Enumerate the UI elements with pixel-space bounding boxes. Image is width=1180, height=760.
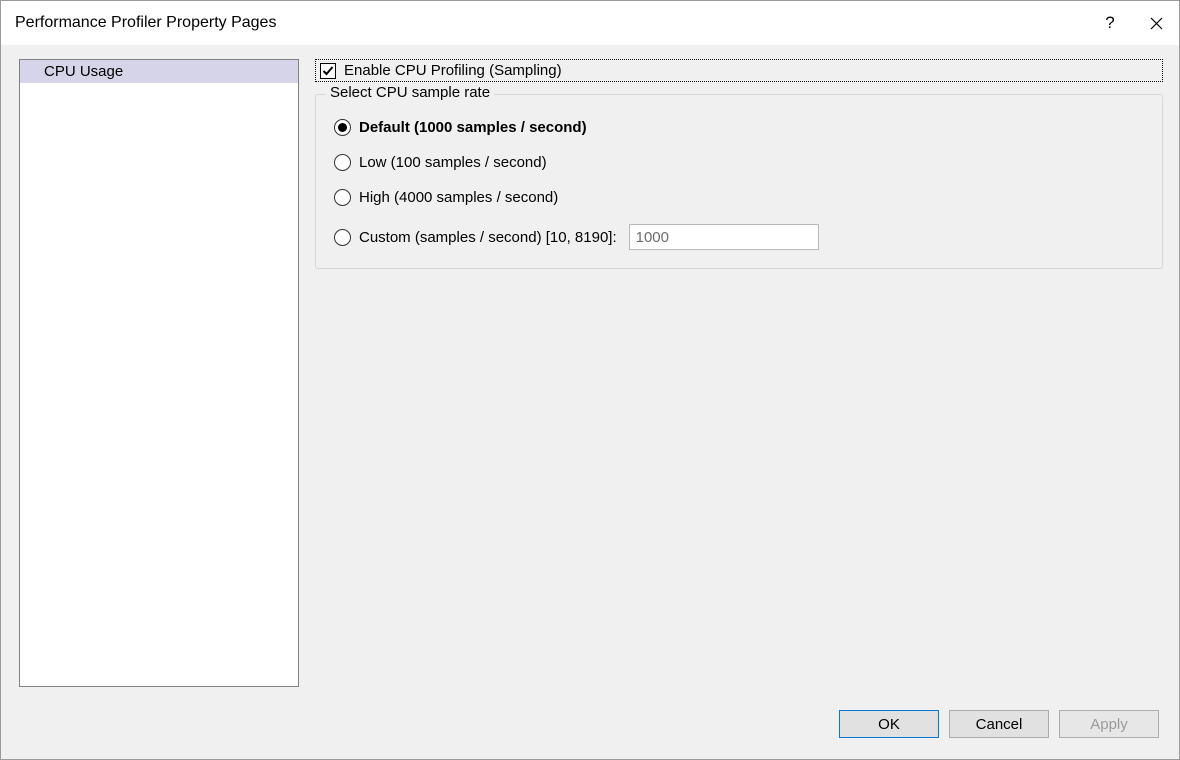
radio-default[interactable] <box>334 119 351 136</box>
radio-label-custom: Custom (samples / second) [10, 8190]: <box>359 229 617 246</box>
dialog-window: Performance Profiler Property Pages ? CP… <box>0 0 1180 760</box>
window-title: Performance Profiler Property Pages <box>15 14 1087 32</box>
sample-rate-fieldset: Select CPU sample rate Default (1000 sam… <box>315 94 1163 269</box>
radio-low[interactable] <box>334 154 351 171</box>
enable-profiling-checkbox[interactable] <box>320 63 336 79</box>
custom-sample-rate-input[interactable] <box>629 224 819 250</box>
checkmark-icon <box>322 65 334 77</box>
radio-label-high: High (4000 samples / second) <box>359 189 558 206</box>
radio-row-default[interactable]: Default (1000 samples / second) <box>334 119 1144 136</box>
cancel-button[interactable]: Cancel <box>949 710 1049 738</box>
enable-profiling-row[interactable]: Enable CPU Profiling (Sampling) <box>315 59 1163 82</box>
close-icon <box>1150 17 1163 30</box>
radio-label-default: Default (1000 samples / second) <box>359 119 587 136</box>
radio-row-high[interactable]: High (4000 samples / second) <box>334 189 1144 206</box>
ok-button[interactable]: OK <box>839 710 939 738</box>
radio-label-low: Low (100 samples / second) <box>359 154 547 171</box>
sidebar-item-cpu-usage[interactable]: CPU Usage <box>20 60 298 83</box>
apply-button[interactable]: Apply <box>1059 710 1159 738</box>
help-button[interactable]: ? <box>1087 1 1133 45</box>
button-bar: OK Cancel Apply <box>1 701 1179 759</box>
content-area: CPU Usage Enable CPU Profiling (Sampling… <box>1 45 1179 701</box>
radio-high[interactable] <box>334 189 351 206</box>
fieldset-legend: Select CPU sample rate <box>326 84 494 101</box>
main-panel: Enable CPU Profiling (Sampling) Select C… <box>315 59 1163 687</box>
sidebar: CPU Usage <box>19 59 299 687</box>
enable-profiling-label: Enable CPU Profiling (Sampling) <box>344 62 562 79</box>
radio-row-low[interactable]: Low (100 samples / second) <box>334 154 1144 171</box>
radio-group: Default (1000 samples / second) Low (100… <box>334 113 1144 250</box>
radio-row-custom[interactable]: Custom (samples / second) [10, 8190]: <box>334 224 1144 250</box>
radio-custom[interactable] <box>334 229 351 246</box>
close-button[interactable] <box>1133 1 1179 45</box>
titlebar: Performance Profiler Property Pages ? <box>1 1 1179 45</box>
